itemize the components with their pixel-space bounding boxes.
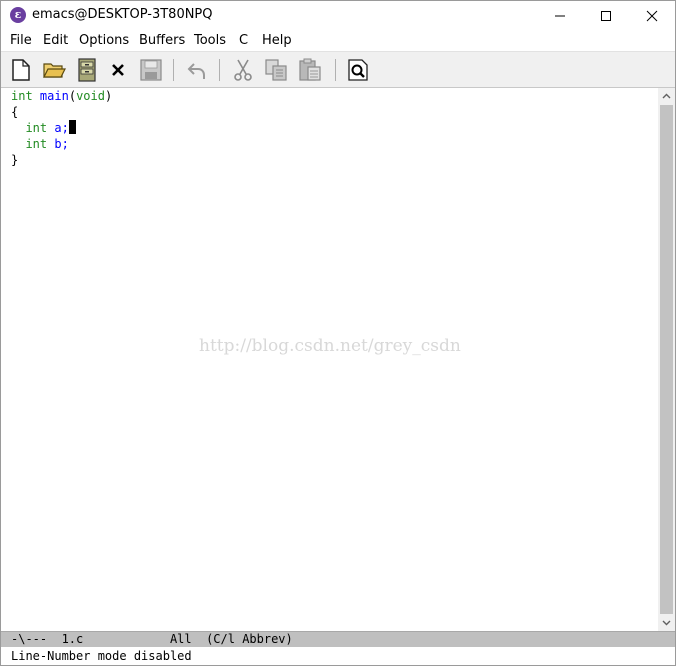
keyword: int <box>25 121 48 135</box>
new-file-button[interactable] <box>8 57 34 83</box>
paste-icon <box>299 58 321 81</box>
dired-button[interactable] <box>74 57 100 83</box>
menu-bar: File Edit Options Buffers Tools C Help <box>1 31 675 51</box>
scrollbar-thumb[interactable] <box>660 105 673 614</box>
text-cursor <box>68 120 76 134</box>
copy-icon <box>265 59 287 81</box>
emacs-window: ε emacs@DESKTOP-3T80NPQ File Edit Option… <box>0 0 676 666</box>
minimize-icon <box>555 15 565 17</box>
new-file-icon <box>12 59 30 81</box>
undo-icon <box>187 63 205 79</box>
keyword: void <box>76 89 105 103</box>
code-line: { <box>11 104 18 120</box>
mode-line-text: -\--- 1.c All (C/l Abbrev) <box>11 632 293 646</box>
scroll-down-button[interactable] <box>658 614 675 631</box>
copy-button[interactable] <box>263 57 289 83</box>
keyword: int <box>25 137 48 151</box>
chevron-down-icon <box>662 620 671 626</box>
emacs-icon: ε <box>10 7 26 23</box>
kill-buffer-icon <box>112 64 124 76</box>
cut-button[interactable] <box>230 57 256 83</box>
search-icon <box>348 59 368 81</box>
menu-edit[interactable]: Edit <box>43 33 68 48</box>
code-line: } <box>11 152 18 168</box>
function-name: main <box>39 89 69 103</box>
code-text: b; <box>47 137 69 151</box>
open-folder-icon <box>43 63 66 78</box>
scroll-up-button[interactable] <box>658 88 675 105</box>
undo-button[interactable] <box>184 57 210 83</box>
cut-icon <box>234 59 252 81</box>
code-line: int main(void) <box>11 88 112 104</box>
save-icon <box>140 59 162 81</box>
echo-message: Line-Number mode disabled <box>11 649 192 663</box>
toolbar-separator <box>173 59 174 81</box>
chevron-up-icon <box>662 93 671 99</box>
menu-c[interactable]: C <box>239 33 248 48</box>
maximize-icon <box>601 11 611 21</box>
code-text: { <box>11 105 19 119</box>
paste-button[interactable] <box>297 57 323 83</box>
save-button[interactable] <box>138 57 164 83</box>
menu-buffers[interactable]: Buffers <box>139 33 185 48</box>
maximize-button[interactable] <box>583 1 629 31</box>
watermark: http://blog.csdn.net/grey_csdn <box>199 336 461 356</box>
keyword: int <box>11 89 33 103</box>
minimize-button[interactable] <box>537 1 583 31</box>
code-text: a; <box>47 121 69 135</box>
echo-area[interactable]: Line-Number mode disabled <box>1 647 675 665</box>
search-button[interactable] <box>345 57 371 83</box>
toolbar-separator <box>335 59 336 81</box>
open-directory-icon <box>78 58 96 82</box>
code-line: int a; <box>11 120 76 136</box>
mode-line[interactable]: -\--- 1.c All (C/l Abbrev) <box>1 631 675 647</box>
code-text: } <box>11 153 19 167</box>
tool-bar <box>1 51 675 88</box>
vertical-scrollbar[interactable] <box>658 88 675 631</box>
emacs-icon-glyph: ε <box>14 8 22 21</box>
menu-options[interactable]: Options <box>79 33 129 48</box>
menu-help[interactable]: Help <box>262 33 292 48</box>
code-text: ( <box>68 89 77 103</box>
editor-area[interactable]: int main(void) { int a; int b; } http://… <box>1 88 658 631</box>
menu-file[interactable]: File <box>10 33 32 48</box>
code-text: ) <box>104 89 113 103</box>
toolbar-separator <box>219 59 220 81</box>
close-button[interactable] <box>629 1 675 31</box>
window-title: emacs@DESKTOP-3T80NPQ <box>32 7 213 22</box>
open-file-button[interactable] <box>41 57 67 83</box>
title-bar[interactable]: ε emacs@DESKTOP-3T80NPQ <box>1 1 675 31</box>
menu-tools[interactable]: Tools <box>194 33 226 48</box>
kill-buffer-button[interactable] <box>105 57 131 83</box>
code-line: int b; <box>11 136 69 152</box>
close-icon <box>646 10 658 22</box>
